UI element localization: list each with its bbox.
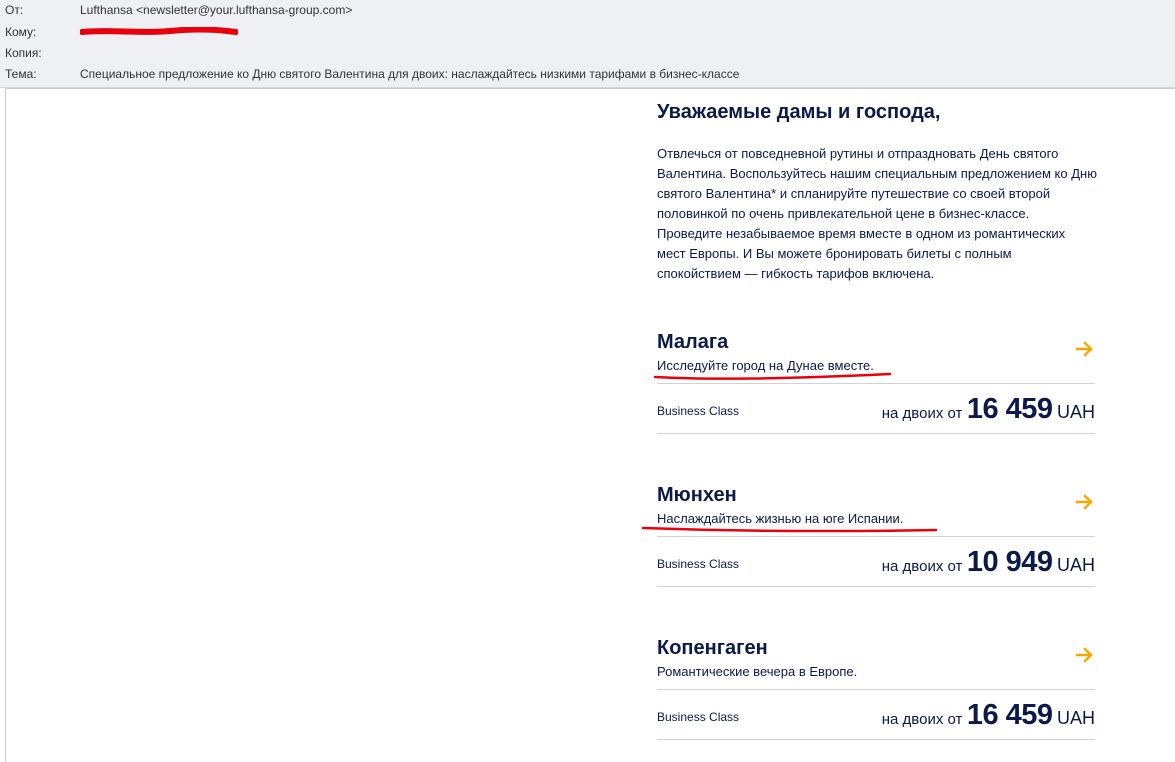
offer-class: Business Class [657, 404, 740, 418]
offer-description: Исследуйте город на Дунае вместе. [657, 358, 874, 373]
arrow-right-icon[interactable] [1075, 492, 1095, 512]
offer-description: Романтические вечера в Европе. [657, 664, 858, 679]
email-header: От: Lufthansa <newsletter@your.lufthansa… [0, 0, 1175, 88]
divider [657, 689, 1095, 690]
divider [657, 383, 1095, 384]
price-currency: UAH [1056, 555, 1095, 575]
offer-class: Business Class [657, 710, 740, 724]
price-amount: 16 459 [966, 699, 1053, 731]
subject-value: Специальное предложение ко Дню святого В… [80, 67, 740, 81]
offer-class: Business Class [657, 557, 740, 571]
to-row: Кому: [0, 22, 1175, 42]
greeting-heading: Уважаемые дамы и господа, [657, 101, 941, 123]
offer-city[interactable]: Копенгаген [657, 637, 768, 660]
offer-price: на двоих от 16 459 UAH [882, 699, 1095, 733]
to-label: Кому: [5, 25, 37, 39]
price-amount: 16 459 [966, 393, 1053, 425]
offer-city[interactable]: Мюнхен [657, 484, 737, 507]
divider [657, 586, 1095, 587]
divider [657, 433, 1095, 434]
divider [657, 536, 1095, 537]
offer-city[interactable]: Малага [657, 331, 728, 354]
price-amount: 10 949 [966, 546, 1053, 578]
offer-price: на двоих от 10 949 UAH [882, 546, 1095, 580]
offer-card-malaga[interactable]: Малага Исследуйте город на Дунае вместе.… [657, 331, 1095, 447]
redaction-scribble [80, 27, 238, 35]
price-currency: UAH [1056, 402, 1095, 422]
arrow-right-icon[interactable] [1075, 645, 1095, 665]
offer-price: на двоих от 16 459 UAH [882, 393, 1095, 427]
cc-row: Копия: [0, 43, 1175, 63]
subject-label: Тема: [5, 67, 37, 81]
from-row: От: Lufthansa <newsletter@your.lufthansa… [0, 0, 1175, 20]
offer-description: Наслаждайтесь жизнью на юге Испании. [657, 511, 904, 526]
price-prefix: на двоих от [881, 558, 963, 575]
from-label: От: [5, 3, 24, 17]
from-value[interactable]: Lufthansa <newsletter@your.lufthansa-gro… [80, 0, 352, 20]
offer-card-munich[interactable]: Мюнхен Наслаждайтесь жизнью на юге Испан… [657, 484, 1095, 600]
cc-label: Копия: [5, 46, 42, 60]
price-prefix: на двоих от [881, 405, 963, 422]
intro-paragraph: Отвлечься от повседневной рутины и отпра… [657, 146, 1097, 281]
offer-card-copenhagen[interactable]: Копенгаген Романтические вечера в Европе… [657, 637, 1095, 753]
arrow-right-icon[interactable] [1075, 339, 1095, 359]
price-prefix: на двоих от [881, 711, 963, 728]
message-body: Уважаемые дамы и господа, Отвлечься от п… [5, 88, 1175, 762]
divider [657, 739, 1095, 740]
price-currency: UAH [1056, 708, 1095, 728]
subject-row: Тема: Специальное предложение ко Дню свя… [0, 64, 1175, 84]
